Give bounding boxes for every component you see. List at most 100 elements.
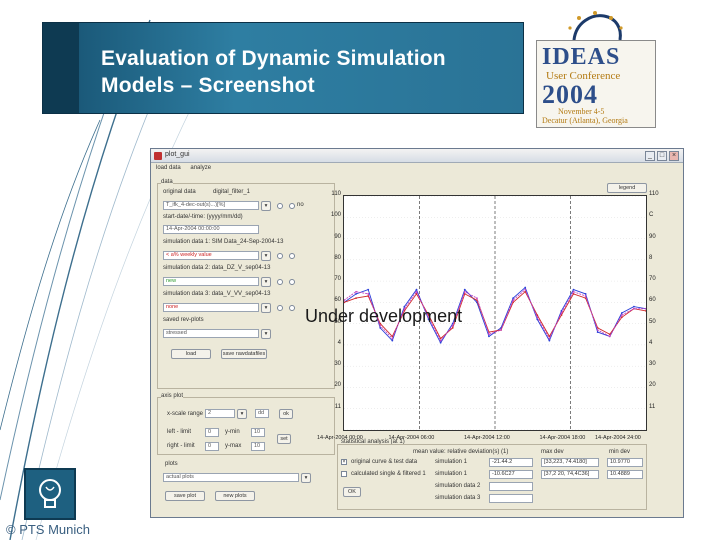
x-tick-2: 14-Apr-2004 12:00 (464, 435, 510, 441)
series-2-point-14 (512, 299, 515, 302)
close-button[interactable]: × (669, 151, 679, 161)
set-button[interactable]: set (277, 434, 291, 444)
plots-dropdown[interactable]: ▾ (301, 473, 311, 483)
minimize-button[interactable]: _ (645, 151, 655, 161)
legend-button[interactable]: legend (607, 183, 647, 193)
y-tick-right-6: 60 (649, 297, 656, 304)
original-no-radio[interactable] (289, 203, 295, 209)
original-file-dropdown[interactable]: ▾ (261, 201, 271, 211)
series-2-point-19 (572, 290, 575, 293)
series-0-point-24 (633, 305, 635, 308)
y-tick-left-9: 90 (334, 233, 341, 240)
stats-row-4-name: simulation data 3 (435, 495, 481, 501)
series-2-point-15 (524, 288, 527, 291)
y-max-label: y-max (225, 443, 242, 449)
save-rawdata-button[interactable]: save rawdatafiles (221, 349, 267, 359)
stats-row-2-name: simulation 1 (435, 471, 468, 477)
logo-place: Decatur (Atlanta), Georgia (542, 116, 628, 125)
x-tick-4: 14-Apr-2004 24:00 (595, 435, 641, 441)
series-2-point-4 (391, 337, 394, 340)
series-0-point-17 (548, 339, 551, 342)
y-tick-left-7: 70 (334, 276, 341, 283)
y-max-field[interactable]: 10 (251, 442, 265, 451)
series-0-point-19 (572, 288, 575, 291)
menu-analyze[interactable]: analyze (190, 165, 211, 171)
scale-unit-field[interactable]: dd (255, 409, 269, 418)
stats-row-2-range: [37,2 20, 74,4C36] (541, 470, 599, 479)
stats-row-2-checkbox[interactable] (341, 471, 347, 477)
saved-plots-field[interactable]: stressed (163, 329, 259, 338)
sim1-yes-radio[interactable] (277, 253, 283, 259)
stats-row-1-extra: 10.9770 (607, 458, 643, 467)
scale-label: x-scale range (167, 411, 204, 417)
maximize-button[interactable]: □ (657, 151, 667, 161)
scale-dropdown[interactable]: ▾ (237, 409, 247, 419)
conference-logo: IDEAS User Conference 2004 November 4-5 … (536, 10, 656, 128)
stats-row-1-value: -21.44.2 (489, 458, 533, 467)
original-file-field[interactable]: T_ifk_4-dec-out(s)...)[%] (163, 201, 259, 210)
menu-load-data[interactable]: load data (156, 165, 181, 171)
scale-field[interactable]: 2 (205, 409, 235, 418)
under-development-label: Under development (305, 306, 463, 326)
sim3-yes-radio[interactable] (277, 305, 283, 311)
series-2-point-22 (608, 335, 611, 338)
new-plot-button[interactable]: new plots (215, 491, 255, 501)
y-tick-left-4: 4 (337, 339, 341, 346)
scale-ok-button[interactable]: ok (279, 409, 293, 419)
left-limit-field[interactable]: 0 (205, 428, 219, 437)
sim2-field[interactable]: new (163, 277, 259, 286)
series-2-point-13 (500, 329, 502, 331)
y-tick-right-9: 90 (649, 233, 656, 240)
original-data-label: original data (163, 189, 196, 195)
data-group-label: data (161, 179, 173, 185)
load-button[interactable]: load (171, 349, 211, 359)
y-tick-left-11: 110 (331, 191, 341, 197)
logo-year: 2004 (542, 80, 598, 109)
series-0-point-15 (524, 286, 527, 289)
series-2-point-8 (439, 339, 442, 342)
original-yes-radio[interactable] (277, 203, 283, 209)
series-0-point-21 (596, 331, 599, 334)
plots-label: plots (165, 461, 178, 467)
stats-header-min: min dev (609, 449, 631, 455)
saved-plots-dropdown[interactable]: ▾ (261, 329, 271, 339)
slide-title-box: Evaluation of Dynamic Simulation Models … (42, 22, 524, 114)
y-tick-right-3: 30 (649, 361, 656, 368)
stats-row-2-extra: 10.4889 (607, 470, 643, 479)
stats-row-1-range: [33,223, 74.4180] (541, 458, 599, 467)
right-limit-field[interactable]: 0 (205, 442, 219, 451)
window-menubar: load data analyze (151, 163, 683, 173)
window-title: plot_gui (165, 151, 190, 158)
title-accent-strip (43, 23, 79, 113)
sun-rays-icon (568, 11, 623, 41)
save-plot-button[interactable]: save plot (165, 491, 205, 501)
sim1-dropdown[interactable]: ▾ (261, 251, 271, 261)
sim3-no-radio[interactable] (289, 305, 295, 311)
series-2-point-10 (463, 290, 466, 293)
stats-ok-button[interactable]: OK (343, 487, 361, 497)
window-titlebar[interactable]: plot_gui _ □ × (151, 149, 683, 163)
stats-row-3-name: simulation data 2 (435, 483, 481, 489)
y-tick-left-6: 60 (334, 297, 341, 304)
series-0-point-8 (439, 341, 442, 344)
original-no-label: no (297, 202, 304, 208)
series-2-point-20 (584, 295, 587, 297)
sim2-no-radio[interactable] (289, 279, 295, 285)
plot-gui-window: plot_gui _ □ × load data analyze data or… (150, 148, 684, 518)
sim3-field[interactable]: none (163, 303, 259, 312)
sim2-yes-radio[interactable] (277, 279, 283, 285)
sim1-field[interactable]: < a% weekly value (163, 251, 259, 260)
plots-field[interactable]: actual plots (163, 473, 299, 482)
y-min-field[interactable]: 10 (251, 428, 265, 437)
sim3-dropdown[interactable]: ▾ (261, 303, 271, 313)
x-tick-0: 14-Apr-2004 00:00 (317, 435, 363, 441)
y-tick-right-11: 110 (649, 191, 659, 197)
series-2-point-2 (367, 292, 370, 295)
series-0-point-16 (536, 318, 539, 321)
sim2-dropdown[interactable]: ▾ (261, 277, 271, 287)
file-date-field[interactable]: 14-Apr-2004 00:00:00 (163, 225, 259, 234)
stats-row-1-checkbox[interactable]: × (341, 459, 347, 465)
sim1-no-radio[interactable] (289, 253, 295, 259)
stats-row-1-name: simulation 1 (435, 459, 468, 465)
left-limit-label: left - limit (167, 429, 191, 435)
